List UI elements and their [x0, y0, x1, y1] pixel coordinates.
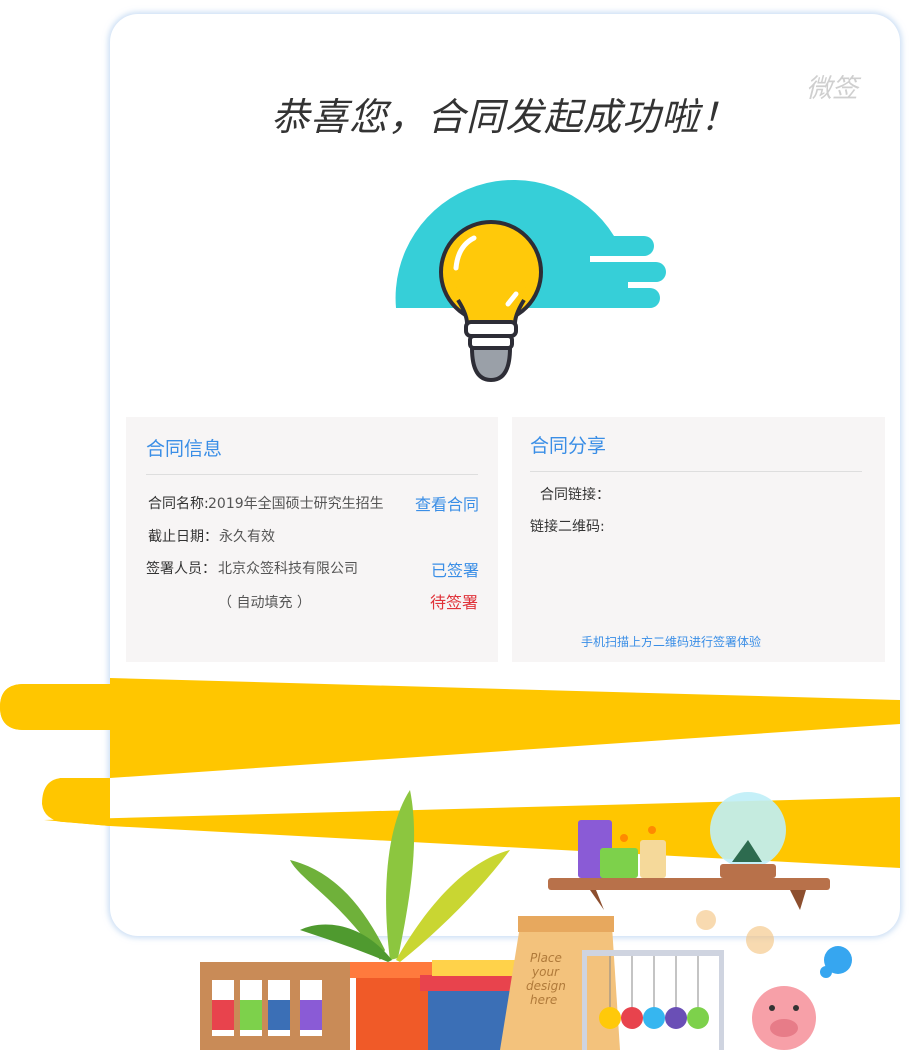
contract-link-label: 合同链接：: [540, 487, 610, 503]
deadline-value: 永久有效: [219, 529, 275, 545]
signer-value: 北京众签科技有限公司: [218, 561, 358, 577]
success-headline: 恭喜您，合同发起成功啦！: [270, 95, 739, 139]
divider: [530, 471, 862, 472]
contract-share-title: 合同分享: [530, 435, 607, 457]
pending-status: 待签署: [430, 593, 479, 612]
scan-hint: 手机扫描上方二维码进行签署体验: [581, 635, 762, 649]
bag-text-2: your: [531, 965, 560, 979]
view-contract-link[interactable]: 查看合同: [415, 491, 479, 515]
auto-fill-note: （ 自动填充 ）: [218, 595, 311, 611]
qr-code-label: 链接二维码:: [530, 519, 605, 535]
deadline-label: 截止日期：: [148, 529, 218, 545]
contract-name-value: 2019年全国硕士研究生招生: [208, 496, 384, 512]
bag-text-1: Place: [530, 951, 562, 965]
contract-name-label: 合同名称:: [148, 496, 209, 512]
signer-label: 签署人员：: [146, 561, 216, 577]
ribbon-banner: Place your design here: [0, 678, 900, 1050]
shelf: [548, 878, 830, 890]
divider: [146, 474, 478, 475]
signed-status: 已签署: [431, 561, 480, 580]
contract-info-title: 合同信息: [146, 438, 223, 460]
bag-text-4: here: [530, 993, 557, 1007]
lightbulb-icon: [395, 179, 666, 383]
bag-text-3: design: [526, 979, 566, 993]
